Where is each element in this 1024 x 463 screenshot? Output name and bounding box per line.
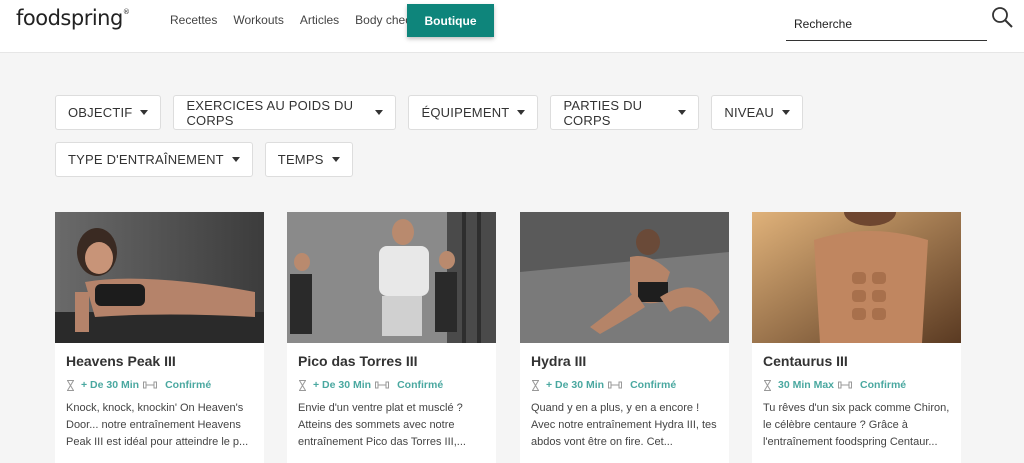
- search-icon[interactable]: [990, 6, 1014, 30]
- workout-duration: 30 Min Max: [778, 379, 835, 391]
- workout-level: Confirmé: [165, 379, 212, 391]
- workout-image[interactable]: [520, 212, 729, 343]
- filter-bar: OBJECTIF EXERCICES AU POIDS DU CORPS ÉQU…: [55, 95, 815, 189]
- caret-down-icon: [140, 110, 149, 115]
- workout-description: Envie d'un ventre plat et musclé ? Attei…: [298, 402, 466, 448]
- filter-equipement[interactable]: ÉQUIPEMENT: [408, 95, 539, 130]
- workout-card[interactable]: Heavens Peak III + De 30 Min Confirmé Kn…: [55, 212, 264, 463]
- filter-parties-du-corps[interactable]: PARTIES DU CORPS: [550, 95, 700, 130]
- dumbbell-icon: [375, 381, 390, 389]
- workout-meta: 30 Min Max Confirmé: [763, 376, 950, 394]
- caret-down-icon: [517, 110, 526, 115]
- workout-title[interactable]: Hydra III: [531, 353, 718, 373]
- foodspring-logo[interactable]: foodspring®: [16, 6, 130, 30]
- workout-description: Knock, knock, knockin' On Heaven's Door.…: [66, 402, 249, 448]
- workout-meta: + De 30 Min Confirmé: [531, 376, 718, 394]
- workout-title[interactable]: Centaurus III: [763, 353, 950, 373]
- dumbbell-icon: [608, 381, 623, 389]
- workout-card[interactable]: Centaurus III 30 Min Max Confirmé Tu rêv…: [752, 212, 961, 463]
- workout-duration: + De 30 Min: [313, 379, 372, 391]
- workout-meta: + De 30 Min Confirmé: [298, 376, 485, 394]
- workout-image[interactable]: [752, 212, 961, 343]
- workout-card[interactable]: Hydra III + De 30 Min Confirmé Quand y e…: [520, 212, 729, 463]
- caret-down-icon: [678, 110, 687, 115]
- nav-recettes[interactable]: Recettes: [170, 13, 217, 27]
- filter-temps[interactable]: TEMPS: [264, 142, 353, 177]
- caret-down-icon: [231, 157, 240, 162]
- nav-workouts[interactable]: Workouts: [233, 13, 283, 27]
- workout-level: Confirmé: [630, 379, 677, 391]
- workout-title[interactable]: Heavens Peak III: [66, 353, 253, 373]
- filter-type-entrainement[interactable]: TYPE D'ENTRAÎNEMENT: [55, 142, 253, 177]
- search-input[interactable]: [786, 8, 987, 41]
- workout-duration: + De 30 Min: [546, 379, 605, 391]
- hourglass-icon: [299, 379, 306, 391]
- nav-articles[interactable]: Articles: [300, 13, 339, 27]
- dumbbell-icon: [143, 381, 158, 389]
- boutique-button[interactable]: Boutique: [407, 4, 494, 37]
- workout-level: Confirmé: [397, 379, 444, 391]
- hourglass-icon: [764, 379, 771, 391]
- workout-title[interactable]: Pico das Torres III: [298, 353, 485, 373]
- workout-description: Tu rêves d'un six pack comme Chiron, le …: [763, 402, 950, 448]
- site-header: foodspring® Recettes Workouts Articles B…: [0, 0, 1024, 53]
- workout-card[interactable]: Pico das Torres III + De 30 Min Confirmé…: [287, 212, 496, 463]
- workout-meta: + De 30 Min Confirmé: [66, 376, 253, 394]
- main-nav: Recettes Workouts Articles Body check: [170, 13, 433, 27]
- filter-objectif[interactable]: OBJECTIF: [55, 95, 162, 130]
- workout-description: Quand y en a plus, y en a encore ! Avec …: [531, 402, 717, 448]
- caret-down-icon: [782, 110, 790, 115]
- hourglass-icon: [532, 379, 539, 391]
- caret-down-icon: [375, 110, 384, 115]
- workout-image[interactable]: [287, 212, 496, 343]
- workout-duration: + De 30 Min: [81, 379, 140, 391]
- hourglass-icon: [67, 379, 74, 391]
- workout-level: Confirmé: [860, 379, 907, 391]
- caret-down-icon: [331, 157, 340, 162]
- filter-niveau[interactable]: NIVEAU: [711, 95, 803, 130]
- workout-image[interactable]: [55, 212, 264, 343]
- dumbbell-icon: [838, 381, 853, 389]
- filter-exercices-poids-du-corps[interactable]: EXERCICES AU POIDS DU CORPS: [173, 95, 397, 130]
